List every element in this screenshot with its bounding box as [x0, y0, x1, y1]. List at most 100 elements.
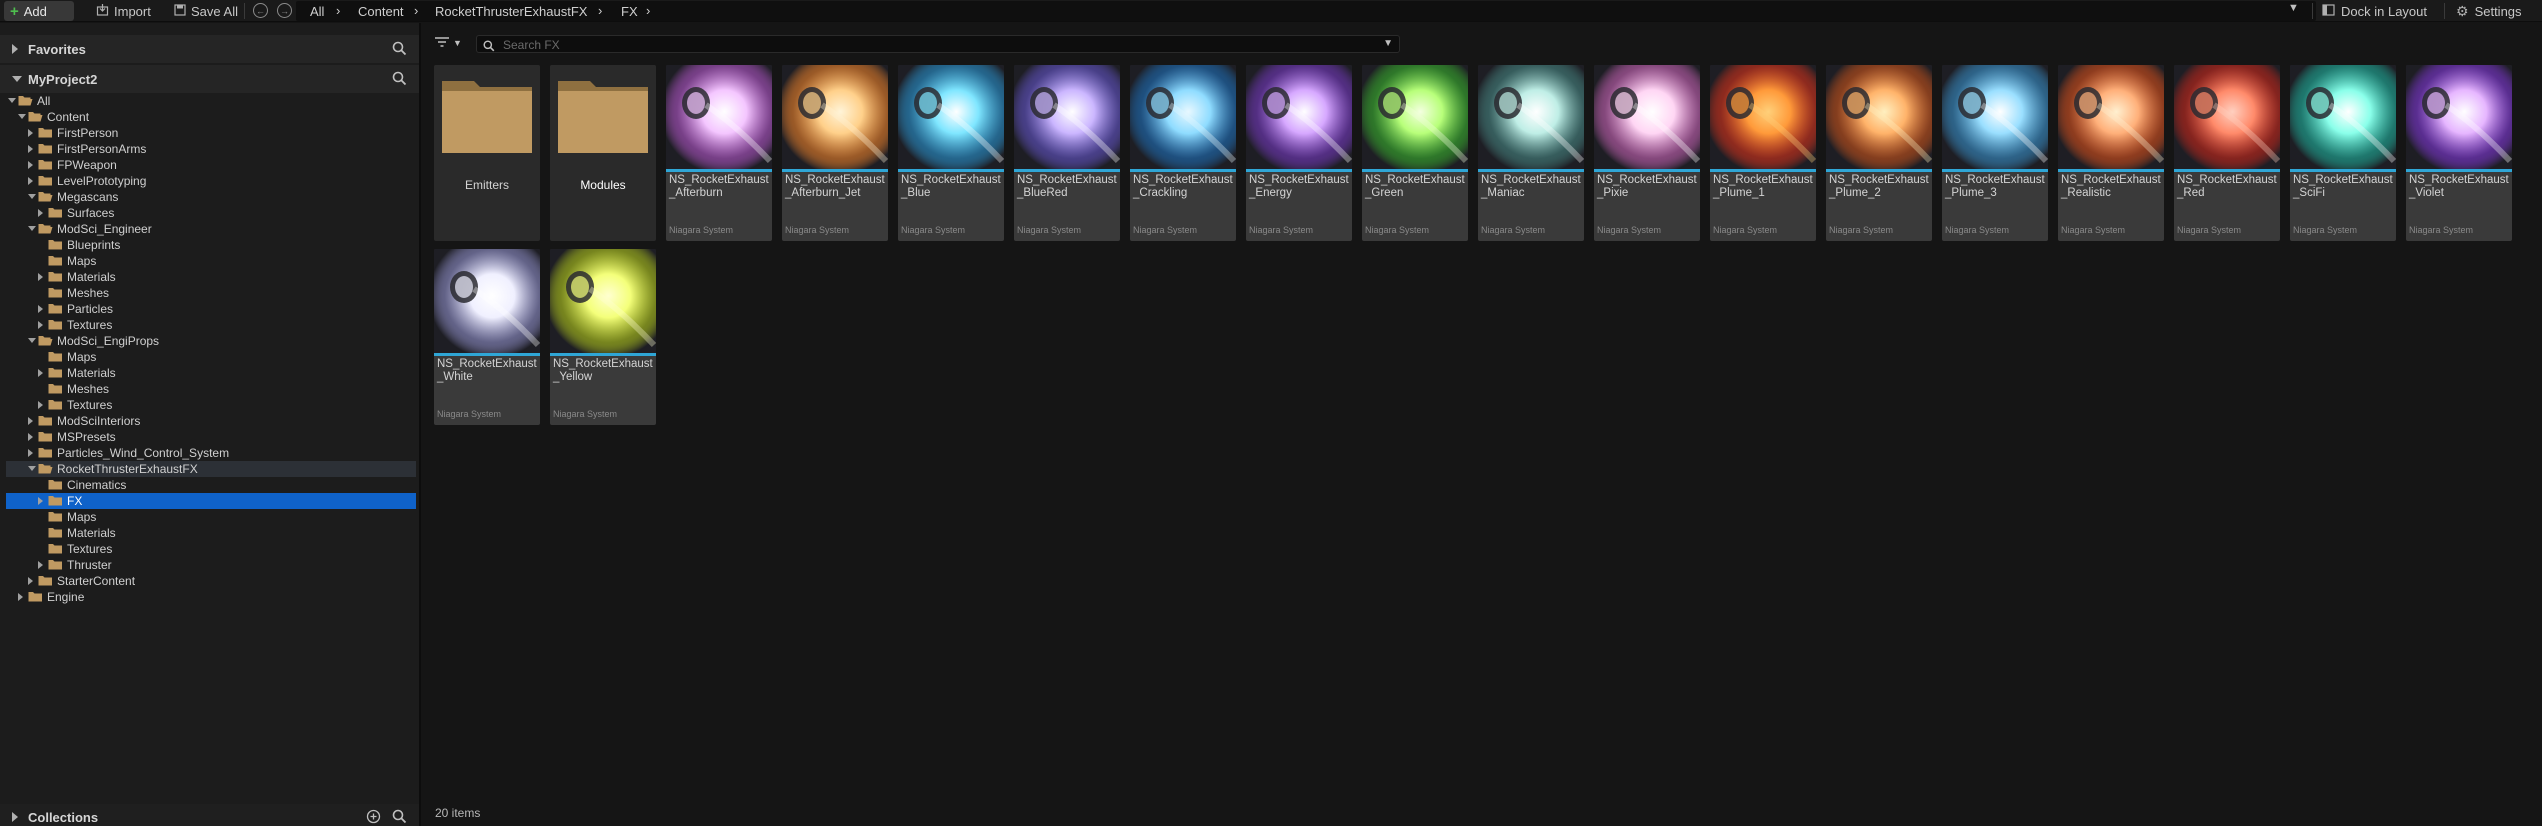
breadcrumb-item-rocketthrusterexhaustfx[interactable]: RocketThrusterExhaustFX: [435, 4, 587, 19]
tree-item-materials[interactable]: Materials: [6, 365, 416, 381]
tree-item-fx[interactable]: FX: [6, 493, 416, 509]
asset-tile[interactable]: NS_RocketExhaust_Yellow Niagara System: [550, 249, 656, 425]
breadcrumb-chevron-icon[interactable]: ›: [598, 3, 602, 18]
expand-arrow-icon[interactable]: [38, 321, 43, 329]
tree-item-fpweapon[interactable]: FPWeapon: [6, 157, 416, 173]
breadcrumb-chevron-icon[interactable]: ›: [646, 3, 650, 18]
tree-item-modsciinteriors[interactable]: ModSciInteriors: [6, 413, 416, 429]
tree-item-materials[interactable]: Materials: [6, 269, 416, 285]
path-history-dropdown-icon[interactable]: ▼: [2288, 2, 2299, 14]
add-button[interactable]: + Add: [4, 1, 74, 21]
expand-arrow-icon[interactable]: [28, 177, 33, 185]
tree-item-all[interactable]: All: [6, 93, 416, 109]
tree-item-maps[interactable]: Maps: [6, 509, 416, 525]
tree-item-firstperson[interactable]: FirstPerson: [6, 125, 416, 141]
tree-item-blueprints[interactable]: Blueprints: [6, 237, 416, 253]
asset-tile[interactable]: NS_RocketExhaust_Maniac Niagara System: [1478, 65, 1584, 241]
tree-item-cinematics[interactable]: Cinematics: [6, 477, 416, 493]
tree-item-startercontent[interactable]: StarterContent: [6, 573, 416, 589]
tree-item-mspresets[interactable]: MSPresets: [6, 429, 416, 445]
tree-item-particles[interactable]: Particles: [6, 301, 416, 317]
folder-tile-emitters[interactable]: Emitters: [434, 65, 540, 241]
tree-item-textures[interactable]: Textures: [6, 397, 416, 413]
expand-arrow-icon[interactable]: [28, 129, 33, 137]
collapse-arrow-icon[interactable]: [28, 194, 36, 199]
asset-tile[interactable]: NS_RocketExhaust_Afterburn_Jet Niagara Sy…: [782, 65, 888, 241]
expand-arrow-icon[interactable]: [28, 449, 33, 457]
asset-tile[interactable]: NS_RocketExhaust_Plume_2 Niagara System: [1826, 65, 1932, 241]
breadcrumb-item-all[interactable]: All: [310, 4, 324, 19]
tree-item-meshes[interactable]: Meshes: [6, 381, 416, 397]
tree-item-modsci-engiprops[interactable]: ModSci_EngiProps: [6, 333, 416, 349]
filter-button[interactable]: ▼: [434, 35, 464, 51]
collapse-arrow-icon[interactable]: [28, 338, 36, 343]
asset-tile[interactable]: NS_RocketExhaust_Violet Niagara System: [2406, 65, 2512, 241]
expand-arrow-icon[interactable]: [28, 161, 33, 169]
tree-item-engine[interactable]: Engine: [6, 589, 416, 605]
tree-item-maps[interactable]: Maps: [6, 253, 416, 269]
tree-item-textures[interactable]: Textures: [6, 541, 416, 557]
asset-tile[interactable]: NS_RocketExhaust_Plume_3 Niagara System: [1942, 65, 2048, 241]
tree-item-materials[interactable]: Materials: [6, 525, 416, 541]
expand-arrow-icon[interactable]: [38, 369, 43, 377]
tree-item-firstpersonarms[interactable]: FirstPersonArms: [6, 141, 416, 157]
search-icon[interactable]: [392, 71, 407, 89]
breadcrumb-item-content[interactable]: Content: [358, 4, 404, 19]
asset-tile[interactable]: NS_RocketExhaust_Red Niagara System: [2174, 65, 2280, 241]
expand-arrow-icon[interactable]: [38, 497, 43, 505]
save-all-button[interactable]: Save All: [168, 1, 244, 21]
expand-arrow-icon[interactable]: [38, 305, 43, 313]
asset-tile[interactable]: NS_RocketExhaust_Energy Niagara System: [1246, 65, 1352, 241]
project-header[interactable]: MyProject2: [0, 65, 419, 93]
collections-header[interactable]: Collections: [0, 804, 419, 826]
expand-arrow-icon[interactable]: [12, 44, 18, 54]
expand-arrow-icon[interactable]: [38, 561, 43, 569]
breadcrumb-item-fx[interactable]: FX: [621, 4, 638, 19]
asset-tile[interactable]: NS_RocketExhaust_SciFi Niagara System: [2290, 65, 2396, 241]
add-collection-icon[interactable]: [366, 809, 381, 826]
tree-item-content[interactable]: Content: [6, 109, 416, 125]
tree-item-megascans[interactable]: Megascans: [6, 189, 416, 205]
import-button[interactable]: Import: [90, 1, 157, 21]
collapse-arrow-icon[interactable]: [28, 226, 36, 231]
expand-arrow-icon[interactable]: [28, 433, 33, 441]
breadcrumb-chevron-icon[interactable]: ›: [414, 3, 418, 18]
asset-tile[interactable]: NS_RocketExhaust_Realistic Niagara System: [2058, 65, 2164, 241]
asset-tile[interactable]: NS_RocketExhaust_Crackling Niagara System: [1130, 65, 1236, 241]
tree-item-meshes[interactable]: Meshes: [6, 285, 416, 301]
asset-tile[interactable]: NS_RocketExhaust_Plume_1 Niagara System: [1710, 65, 1816, 241]
tree-item-levelprototyping[interactable]: LevelPrototyping: [6, 173, 416, 189]
tree-item-rocketthrusterexhaustfx[interactable]: RocketThrusterExhaustFX: [6, 461, 416, 477]
asset-tile[interactable]: NS_RocketExhaust_White Niagara System: [434, 249, 540, 425]
search-field[interactable]: ▼: [476, 35, 1400, 53]
forward-arrow-icon[interactable]: →: [277, 3, 292, 18]
expand-arrow-icon[interactable]: [28, 577, 33, 585]
asset-tile[interactable]: NS_RocketExhaust_Pixie Niagara System: [1594, 65, 1700, 241]
expand-arrow-icon[interactable]: [38, 273, 43, 281]
tree-item-modsci-engineer[interactable]: ModSci_Engineer: [6, 221, 416, 237]
back-arrow-icon[interactable]: ←: [253, 3, 268, 18]
asset-tile[interactable]: NS_RocketExhaust_BlueRed Niagara System: [1014, 65, 1120, 241]
search-input[interactable]: [503, 37, 1363, 52]
tree-item-maps[interactable]: Maps: [6, 349, 416, 365]
expand-arrow-icon[interactable]: [12, 812, 18, 822]
search-icon[interactable]: [392, 41, 407, 59]
tree-item-particles-wind-control-system[interactable]: Particles_Wind_Control_System: [6, 445, 416, 461]
chevron-down-icon[interactable]: ▼: [1383, 38, 1393, 49]
expand-arrow-icon[interactable]: [18, 593, 23, 601]
folder-tile-modules[interactable]: Modules: [550, 65, 656, 241]
search-icon[interactable]: [392, 809, 407, 826]
asset-tile[interactable]: NS_RocketExhaust_Blue Niagara System: [898, 65, 1004, 241]
tree-item-thruster[interactable]: Thruster: [6, 557, 416, 573]
expand-arrow-icon[interactable]: [38, 209, 43, 217]
favorites-header[interactable]: Favorites: [0, 35, 419, 63]
collapse-arrow-icon[interactable]: [8, 98, 16, 103]
breadcrumb-chevron-icon[interactable]: ›: [336, 3, 340, 18]
collapse-arrow-icon[interactable]: [28, 466, 36, 471]
settings-button[interactable]: ⚙ Settings: [2456, 1, 2522, 21]
asset-tile[interactable]: NS_RocketExhaust_Green Niagara System: [1362, 65, 1468, 241]
collapse-arrow-icon[interactable]: [12, 76, 22, 82]
asset-tile[interactable]: NS_RocketExhaust_Afterburn Niagara System: [666, 65, 772, 241]
expand-arrow-icon[interactable]: [38, 401, 43, 409]
collapse-arrow-icon[interactable]: [18, 114, 26, 119]
